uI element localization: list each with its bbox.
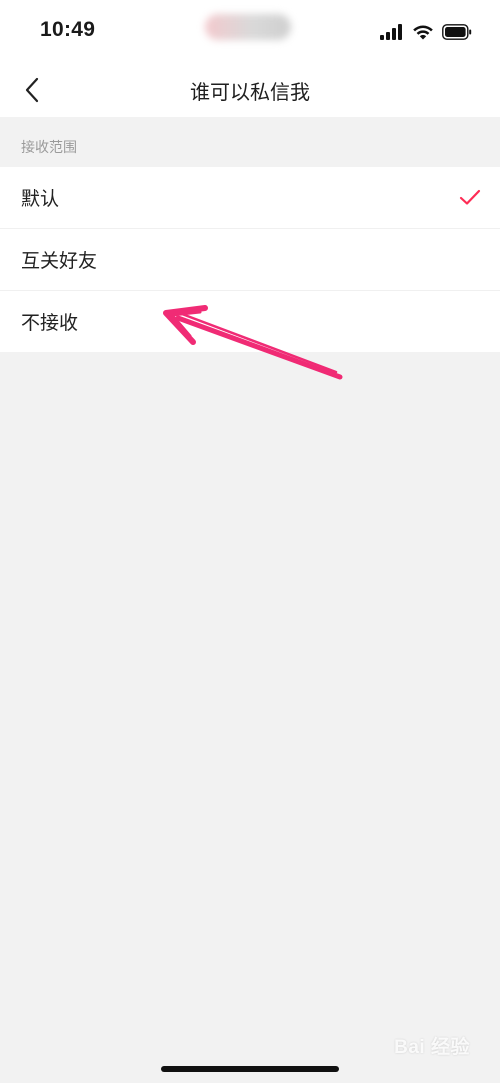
watermark: Bai 经验 bbox=[394, 1037, 470, 1058]
section-header-label: 接收范围 bbox=[21, 140, 77, 156]
option-label: 默认 bbox=[21, 188, 60, 210]
option-default[interactable]: 默认 bbox=[0, 167, 500, 229]
option-do-not-receive[interactable]: 不接收 bbox=[0, 291, 500, 352]
battery-icon bbox=[442, 24, 472, 40]
option-mutual-friends[interactable]: 互关好友 bbox=[0, 229, 500, 291]
option-list: 默认 互关好友 不接收 bbox=[0, 167, 500, 352]
navigation-bar: 谁可以私信我 bbox=[0, 64, 500, 117]
status-bar: 10:49 bbox=[0, 0, 500, 64]
home-indicator[interactable] bbox=[161, 1066, 339, 1072]
option-label: 互关好友 bbox=[21, 250, 98, 272]
status-icons bbox=[380, 22, 472, 42]
section-header: 接收范围 bbox=[0, 117, 500, 167]
status-time: 10:49 bbox=[40, 18, 96, 41]
blurred-notch-content bbox=[205, 14, 291, 40]
cellular-signal-icon bbox=[380, 24, 402, 40]
wifi-icon bbox=[413, 25, 433, 40]
checkmark-icon bbox=[459, 189, 481, 205]
option-label: 不接收 bbox=[21, 312, 79, 334]
page-title: 谁可以私信我 bbox=[190, 80, 310, 104]
